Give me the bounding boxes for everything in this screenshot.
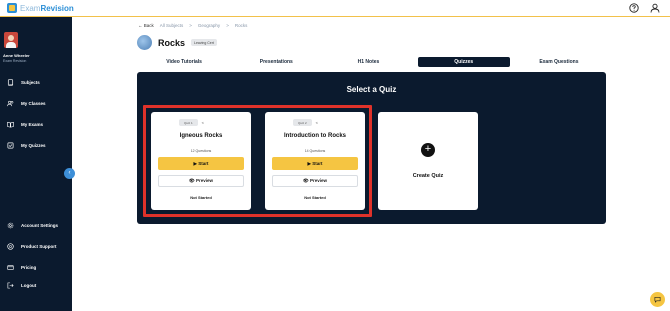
sidebar-item-subjects[interactable]: Subjects xyxy=(7,79,40,86)
sidebar-item-my-quizzes[interactable]: My Quizzes xyxy=(7,142,46,149)
sidebar-item-my-exams[interactable]: My Exams xyxy=(7,121,43,128)
sidebar-item-logout[interactable]: Logout xyxy=(7,282,36,289)
users-icon xyxy=(7,100,14,107)
user-name: Anne Wheeler xyxy=(3,53,30,58)
sidebar-item-pricing[interactable]: Pricing xyxy=(7,264,36,271)
profile-icon[interactable] xyxy=(650,3,660,13)
checkbox-icon xyxy=(7,142,14,149)
sidebar-item-label: Pricing xyxy=(21,265,37,270)
tab-video-tutorials[interactable]: Video Tutorials xyxy=(138,57,230,67)
subject-image xyxy=(137,35,152,50)
app-logo[interactable]: ExamRevision xyxy=(7,3,74,13)
avatar[interactable] xyxy=(4,32,18,48)
create-quiz-label: Create Quiz xyxy=(412,173,444,179)
top-bar: ExamRevision xyxy=(0,0,670,17)
logo-icon xyxy=(7,3,17,13)
sidebar-item-label: Logout xyxy=(21,283,37,288)
panel-title: Select a Quiz xyxy=(346,85,397,94)
breadcrumb-separator: > xyxy=(189,23,192,28)
tab-presentations[interactable]: Presentations xyxy=(230,57,322,67)
back-link[interactable]: ← Back xyxy=(138,23,154,28)
logout-icon xyxy=(7,282,14,289)
chevron-left-icon: ‹ xyxy=(68,170,71,176)
chat-button[interactable] xyxy=(650,292,665,307)
breadcrumb-item[interactable]: Rocks xyxy=(235,23,248,28)
open-book-icon xyxy=(7,121,14,128)
sidebar-item-my-classes[interactable]: My Classes xyxy=(7,100,46,107)
logo-text: ExamRevision xyxy=(20,4,74,13)
content-tabs: Video Tutorials Presentations H1 Notes Q… xyxy=(138,57,605,67)
help-circle-icon xyxy=(7,243,14,250)
sidebar-item-label: Product Support xyxy=(21,244,57,249)
breadcrumb-separator: > xyxy=(226,23,229,28)
sidebar-collapse-button[interactable]: ‹ xyxy=(64,168,75,179)
sidebar: Anne Wheeler Exam Revision Subjects My C… xyxy=(0,17,72,311)
breadcrumb-item[interactable]: Geography xyxy=(198,23,220,28)
highlight-box xyxy=(143,105,372,217)
sidebar-item-label: My Quizzes xyxy=(21,143,46,148)
sidebar-item-label: Account Settings xyxy=(21,223,59,228)
gear-icon xyxy=(7,222,14,229)
logo-main-text: Exam xyxy=(20,3,41,13)
breadcrumb: ← Back All Subjects > Geography > Rocks xyxy=(138,23,247,28)
sidebar-item-label: Subjects xyxy=(21,80,40,85)
level-badge: Leaving Cert xyxy=(191,39,217,46)
logo-accent-text: Revision xyxy=(40,3,74,13)
quiz-panel: Select a Quiz Quiz 1 < Igneous Rocks 12 … xyxy=(137,72,606,224)
tab-h1-notes[interactable]: H1 Notes xyxy=(322,57,414,67)
plus-icon: + xyxy=(421,143,435,157)
card-icon xyxy=(7,265,14,270)
chat-icon xyxy=(654,297,661,303)
page-header: Rocks Leaving Cert xyxy=(137,35,217,50)
sidebar-item-product-support[interactable]: Product Support xyxy=(7,243,57,250)
create-quiz-card[interactable]: + Create Quiz xyxy=(378,112,478,210)
book-icon xyxy=(7,79,14,86)
user-subtitle: Exam Revision xyxy=(3,59,27,63)
sidebar-item-label: My Exams xyxy=(21,122,44,127)
tab-quizzes[interactable]: Quizzes xyxy=(417,57,510,67)
sidebar-item-label: My Classes xyxy=(21,101,46,106)
help-icon[interactable] xyxy=(629,3,639,13)
breadcrumb-item[interactable]: All Subjects xyxy=(160,23,184,28)
page-title: Rocks xyxy=(158,37,186,48)
tab-exam-questions[interactable]: Exam Questions xyxy=(513,57,605,67)
sidebar-item-account-settings[interactable]: Account Settings xyxy=(7,222,58,229)
